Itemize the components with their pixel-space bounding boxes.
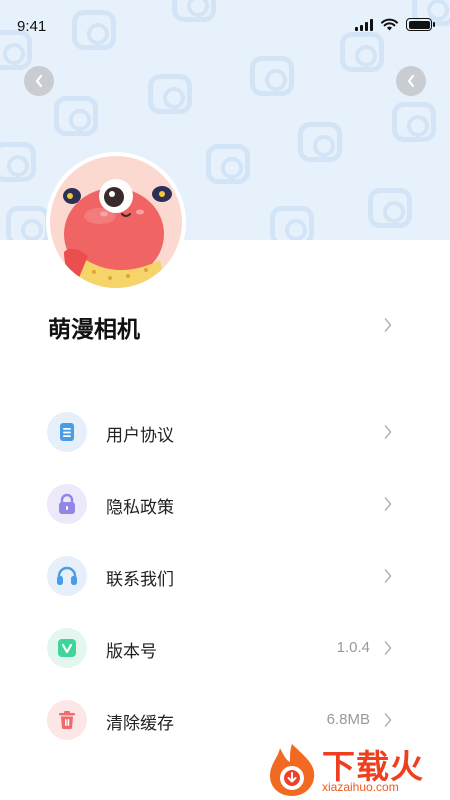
menu-item-label: 清除缓存 [106,714,174,734]
menu-item-privacy-policy[interactable]: 隐私政策 [0,468,450,540]
version-value: 1.0.4 [336,639,370,656]
camera-pattern-icon [392,102,436,142]
menu-item-contact-us[interactable]: 联系我们 [0,540,450,612]
menu-item-label: 版本号 [106,642,157,662]
lock-icon [47,484,87,524]
flame-logo-icon [270,744,315,796]
mascot-icon [63,179,172,288]
mascot-avatar [50,156,182,288]
camera-pattern-icon [0,142,36,182]
watermark-subtitle: xiazaihuo.com [322,780,399,794]
camera-pattern-icon [250,56,294,96]
camera-pattern-icon [206,144,250,184]
app-logo [46,152,186,292]
camera-pattern-icon [270,206,314,240]
camera-pattern-icon [54,96,98,136]
menu-item-label: 用户协议 [106,426,174,446]
wifi-icon [381,18,398,31]
trash-icon [47,700,87,740]
secondary-back-button[interactable] [396,66,426,96]
back-button[interactable] [24,66,54,96]
battery-icon [406,18,435,31]
menu-item-user-agreement[interactable]: 用户协议 [0,396,450,468]
cache-size-value: 6.8MB [326,711,370,728]
menu-item-version[interactable]: 版本号 1.0.4 [0,612,450,684]
app-name-row[interactable]: 萌漫相机 [0,300,450,354]
chevron-right-icon [384,569,392,583]
chevron-left-icon [35,74,43,88]
version-icon [47,628,87,668]
document-icon [47,412,87,452]
status-bar: 9:41 [0,0,450,52]
chevron-right-icon [384,318,392,332]
headset-icon [47,556,87,596]
menu-item-label: 隐私政策 [106,498,174,518]
app-name: 萌漫相机 [48,317,140,343]
status-time: 9:41 [17,18,47,35]
signal-icon [355,18,373,31]
camera-pattern-icon [148,74,192,114]
chevron-right-icon [384,641,392,655]
chevron-right-icon [384,713,392,727]
status-icons [355,18,435,31]
menu-item-label: 联系我们 [106,570,174,590]
chevron-right-icon [384,497,392,511]
settings-menu: 用户协议 隐私政策 联系我们 版本号 1.0.4 清除缓存 6.8MB [0,396,450,756]
watermark-logo: 下载火 xiazaihuo.com [264,738,450,800]
camera-pattern-icon [6,206,50,240]
camera-pattern-icon [368,188,412,228]
camera-pattern-icon [298,122,342,162]
chevron-right-icon [384,425,392,439]
chevron-left-icon [407,74,415,88]
